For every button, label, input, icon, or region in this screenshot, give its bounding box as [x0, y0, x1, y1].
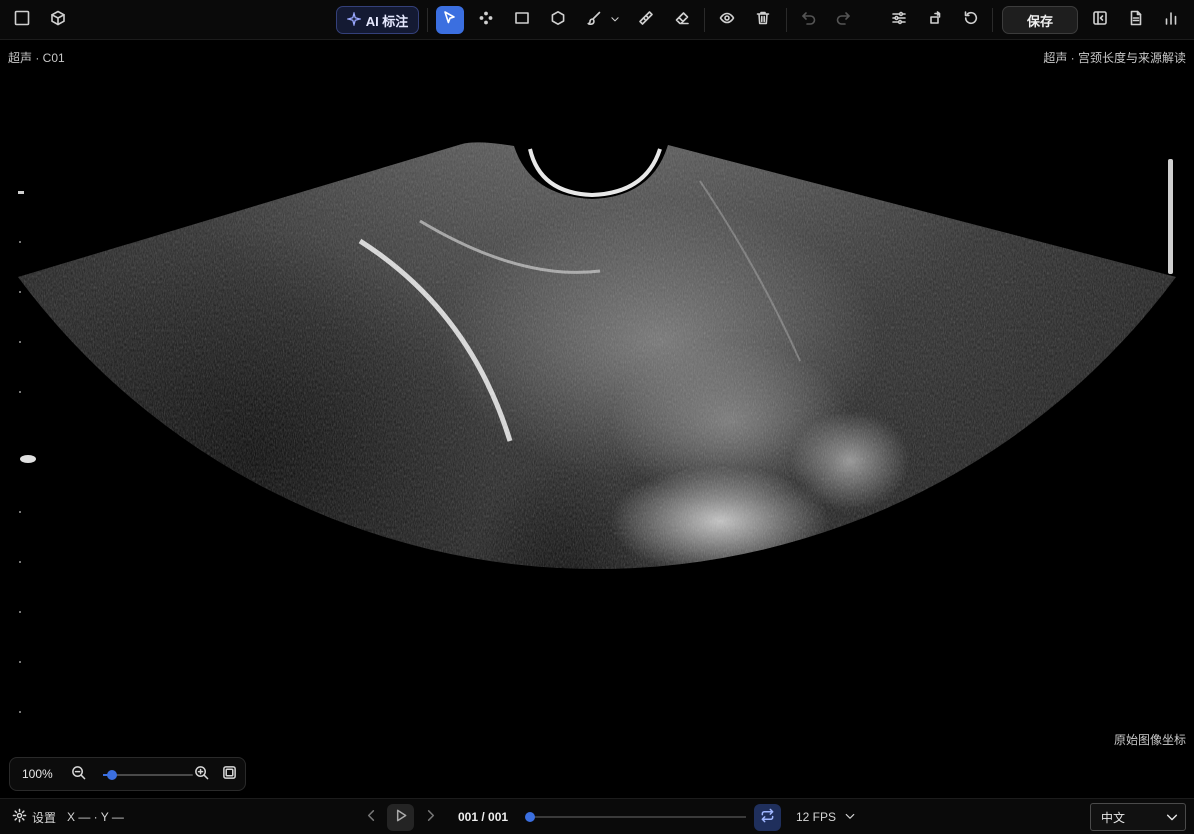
ruler-tool-button[interactable] — [632, 6, 660, 34]
zoom-percent: 100% — [22, 767, 53, 781]
layout-toggle-button[interactable] — [8, 6, 36, 34]
gear-icon — [12, 808, 27, 826]
polygon-tool-button[interactable] — [544, 6, 572, 34]
toggle-panel-button[interactable] — [1086, 6, 1114, 34]
zoom-in-button[interactable] — [191, 765, 211, 785]
rectangle-icon — [514, 10, 530, 31]
language-select[interactable]: 中文 — [1090, 803, 1186, 831]
eraser-icon — [674, 10, 690, 31]
reset-view-button[interactable] — [957, 6, 985, 34]
zoom-control: 100% — [9, 757, 246, 791]
frame-slider-handle[interactable] — [525, 812, 535, 822]
chevron-right-icon — [423, 808, 438, 826]
rotate-crop-icon — [927, 10, 943, 31]
zoom-out-icon — [71, 765, 86, 785]
fit-to-screen-button[interactable] — [219, 765, 239, 785]
redo-button[interactable] — [829, 6, 857, 34]
zoom-out-button[interactable] — [68, 765, 88, 785]
chevron-down-icon — [1165, 810, 1179, 827]
zoom-slider-handle[interactable] — [107, 770, 117, 780]
fps-select[interactable]: 12 FPS — [796, 799, 856, 834]
ai-annotate-button[interactable]: AI 标注 — [336, 6, 419, 34]
fit-screen-icon — [222, 765, 237, 785]
coordinate-mode-label: 原始图像坐标 — [1113, 733, 1186, 747]
top-toolbar: AI 标注 保存 — [0, 0, 1194, 40]
delete-button[interactable] — [749, 6, 777, 34]
save-button[interactable]: 保存 — [1002, 6, 1078, 34]
image-viewer[interactable]: 超声 · C01 超声 · 宫颈长度与来源解读 原始图像坐标 100% — [0, 41, 1194, 798]
square-icon — [14, 10, 30, 31]
rectangle-tool-button[interactable] — [508, 6, 536, 34]
point-tool-button[interactable] — [472, 6, 500, 34]
zoom-in-icon — [194, 765, 209, 785]
points-icon — [478, 10, 494, 31]
3d-view-button[interactable] — [44, 6, 72, 34]
cursor-coordinates: X — · Y — — [67, 810, 124, 824]
previous-frame-button[interactable] — [364, 799, 379, 834]
settings-label: 设置 — [32, 810, 57, 825]
redo-icon — [835, 10, 851, 31]
ultrasound-tissue — [18, 142, 1176, 570]
cube-icon — [50, 10, 66, 31]
chevron-down-icon — [844, 810, 856, 825]
chevron-down-icon — [610, 11, 620, 29]
sliders-icon — [891, 10, 907, 31]
play-button[interactable] — [387, 804, 414, 831]
toolbar-divider — [786, 8, 787, 32]
ai-annotate-label: AI 标注 — [365, 13, 409, 29]
play-icon — [393, 808, 408, 828]
adjustments-button[interactable] — [885, 6, 913, 34]
panel-icon — [1092, 10, 1108, 31]
brush-options-dropdown[interactable] — [606, 6, 624, 34]
loop-toggle-button[interactable] — [754, 804, 781, 831]
ultrasound-image[interactable] — [0, 41, 1194, 798]
undo-icon — [801, 10, 817, 31]
frame-counter: 001 / 001 — [458, 810, 509, 824]
cursor-icon — [442, 10, 458, 31]
language-value: 中文 — [1101, 810, 1126, 825]
toolbar-divider — [992, 8, 993, 32]
undo-button[interactable] — [795, 6, 823, 34]
image-description-label: 超声 · 宫颈长度与来源解读 — [1043, 51, 1186, 65]
settings-button[interactable]: 设置 — [12, 799, 56, 834]
report-button[interactable] — [1122, 6, 1150, 34]
reset-icon — [963, 10, 979, 31]
document-icon — [1128, 10, 1144, 31]
toolbar-divider — [427, 8, 428, 32]
select-tool-button[interactable] — [436, 6, 464, 34]
trash-icon — [755, 10, 771, 31]
polygon-icon — [550, 10, 566, 31]
visibility-toggle-button[interactable] — [713, 6, 741, 34]
bottom-bar: 设置 X — · Y — 001 / 001 12 FPS 中文 — [0, 798, 1194, 834]
loop-icon — [760, 808, 775, 828]
frame-slider[interactable] — [525, 812, 746, 822]
statistics-button[interactable] — [1157, 6, 1185, 34]
toolbar-divider — [704, 8, 705, 32]
zoom-slider[interactable] — [103, 770, 193, 780]
brush-tool-button[interactable] — [580, 6, 608, 34]
grayscale-bar — [1168, 159, 1173, 274]
brush-icon — [586, 10, 602, 31]
bar-chart-icon — [1163, 10, 1179, 31]
next-frame-button[interactable] — [423, 799, 438, 834]
chevron-left-icon — [364, 808, 379, 826]
fps-label: 12 FPS — [796, 810, 837, 824]
image-series-label: 超声 · C01 — [8, 51, 65, 65]
eye-icon — [719, 10, 735, 31]
ruler-icon — [638, 10, 654, 31]
depth-scale — [18, 191, 36, 713]
eraser-tool-button[interactable] — [668, 6, 696, 34]
sparkle-icon — [345, 10, 362, 29]
rotate-crop-button[interactable] — [921, 6, 949, 34]
